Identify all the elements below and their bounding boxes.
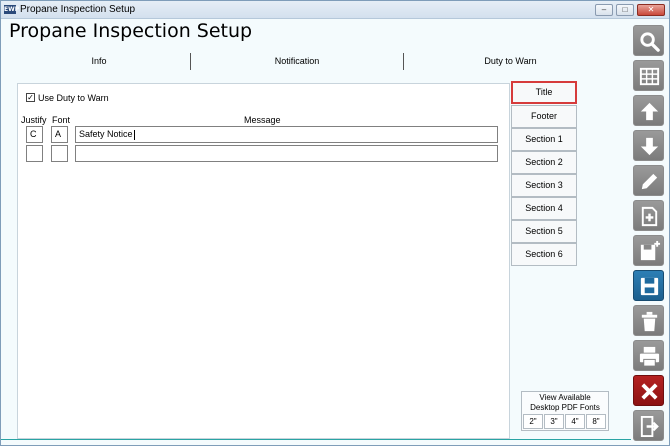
- use-duty-to-warn-checkbox[interactable]: ✓: [26, 93, 35, 102]
- exit-button[interactable]: [633, 410, 664, 441]
- pdf-fonts-label-line2: Desktop PDF Fonts: [530, 403, 600, 412]
- message-field[interactable]: [75, 145, 498, 162]
- search-icon: [640, 32, 660, 52]
- justify-field[interactable]: [26, 145, 43, 162]
- save-button[interactable]: [633, 270, 664, 301]
- pdf-size-3-button[interactable]: 3": [544, 414, 564, 429]
- status-line: [1, 439, 631, 440]
- grid-icon: [639, 67, 660, 86]
- save-icon: [640, 277, 659, 296]
- move-down-button[interactable]: [633, 130, 664, 161]
- trash-icon: [641, 311, 658, 332]
- message-header: Message: [244, 115, 281, 125]
- search-button[interactable]: [633, 25, 664, 56]
- pdf-fonts-box: View Available Desktop PDF Fonts 2" 3" 4…: [521, 391, 609, 431]
- text-caret: [133, 129, 135, 140]
- use-duty-to-warn-label: Use Duty to Warn: [38, 93, 109, 103]
- font-header: Font: [52, 115, 71, 125]
- app-window: EWP Propane Inspection Setup – □ ✕ Propa…: [0, 0, 670, 446]
- section-4-button[interactable]: Section 4: [511, 197, 577, 220]
- arrow-down-icon: [640, 137, 659, 156]
- save-as-new-button[interactable]: [633, 235, 664, 266]
- justify-header: Justify: [21, 115, 47, 125]
- section-5-button[interactable]: Section 5: [511, 220, 577, 243]
- title-section-button[interactable]: Title: [511, 81, 577, 104]
- close-icon: [641, 383, 658, 400]
- message-text: Safety Notice: [79, 129, 133, 139]
- title-bar: EWP Propane Inspection Setup – □ ✕: [1, 1, 669, 19]
- message-field[interactable]: Safety Notice: [75, 126, 498, 143]
- exit-icon: [640, 415, 659, 438]
- pdf-size-8-button[interactable]: 8": [586, 414, 606, 429]
- right-toolbar: [631, 23, 667, 445]
- grid-view-button[interactable]: [633, 60, 664, 91]
- footer-section-button[interactable]: Footer: [511, 105, 577, 128]
- page-title: Propane Inspection Setup: [9, 20, 253, 42]
- edit-button[interactable]: [633, 165, 664, 196]
- print-icon: [639, 346, 660, 367]
- tab-notification[interactable]: Notification: [191, 51, 403, 71]
- pencil-icon: [641, 173, 658, 190]
- new-record-button[interactable]: [633, 200, 664, 231]
- section-6-button[interactable]: Section 6: [511, 243, 577, 266]
- window-title: Propane Inspection Setup: [20, 4, 136, 15]
- pdf-fonts-label-line1: View Available: [539, 393, 591, 402]
- pdf-size-4-button[interactable]: 4": [565, 414, 585, 429]
- save-new-icon: [640, 240, 661, 261]
- maximize-button[interactable]: □: [616, 4, 634, 16]
- section-2-button[interactable]: Section 2: [511, 151, 577, 174]
- delete-button[interactable]: [633, 305, 664, 336]
- new-document-icon: [641, 206, 658, 227]
- justify-field[interactable]: C: [26, 126, 43, 143]
- arrow-up-icon: [640, 102, 659, 121]
- cancel-button[interactable]: [633, 375, 664, 406]
- move-up-button[interactable]: [633, 95, 664, 126]
- section-1-button[interactable]: Section 1: [511, 128, 577, 151]
- tab-info[interactable]: Info: [9, 51, 189, 71]
- font-field[interactable]: [51, 145, 68, 162]
- app-logo-icon: EWP: [4, 5, 20, 14]
- minimize-button[interactable]: –: [595, 4, 613, 16]
- font-field[interactable]: A: [51, 126, 68, 143]
- pdf-fonts-label[interactable]: View Available Desktop PDF Fonts: [522, 393, 608, 413]
- pdf-size-2-button[interactable]: 2": [523, 414, 543, 429]
- section-3-button[interactable]: Section 3: [511, 174, 577, 197]
- tab-bar: Info Notification Duty to Warn: [9, 51, 617, 71]
- tab-duty-to-warn[interactable]: Duty to Warn: [404, 51, 617, 71]
- print-button[interactable]: [633, 340, 664, 371]
- pdf-size-buttons: 2" 3" 4" 8": [523, 414, 608, 429]
- close-window-button[interactable]: ✕: [637, 4, 665, 16]
